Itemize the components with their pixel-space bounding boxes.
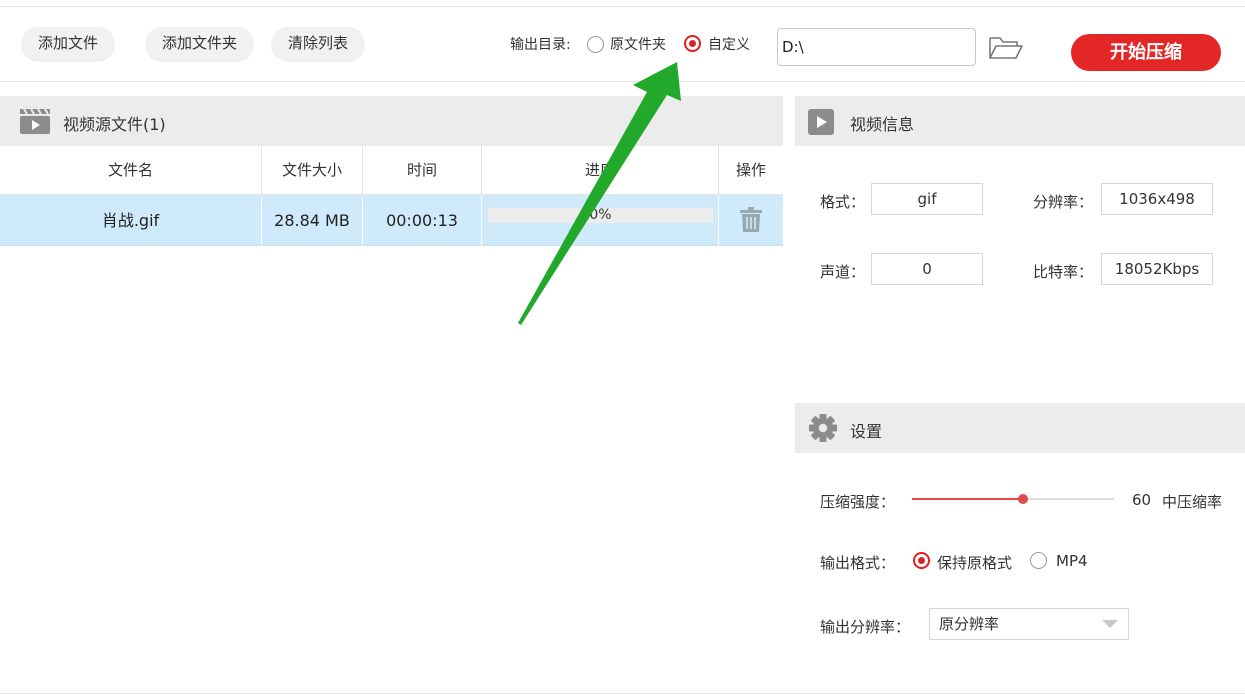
- compress-strength-label: 压缩强度：: [820, 493, 896, 511]
- format-value: gif: [871, 183, 983, 215]
- open-folder-icon[interactable]: [988, 35, 1024, 61]
- start-compress-button[interactable]: 开始压缩: [1071, 34, 1221, 71]
- chevron-down-icon: [1102, 620, 1118, 628]
- radio-custom-folder[interactable]: [684, 35, 701, 52]
- option-keep-format-label[interactable]: 保持原格式: [937, 552, 1012, 573]
- source-files-title: 视频源文件(1): [63, 115, 166, 134]
- col-progress: 进度: [482, 145, 719, 195]
- channel-value: 0: [871, 253, 983, 285]
- file-duration: 00:00:13: [363, 195, 482, 246]
- compress-strength-value: 60: [1132, 491, 1152, 509]
- file-name: 肖战.gif: [0, 195, 262, 246]
- output-dir-label: 输出目录:: [510, 37, 571, 53]
- output-resolution-selected: 原分辨率: [939, 615, 1000, 633]
- delete-trash-icon[interactable]: [739, 207, 763, 233]
- file-table-header: 文件名 文件大小 时间 进度 操作: [0, 145, 783, 195]
- settings-header: 设置: [795, 403, 1245, 453]
- option-original-folder-label[interactable]: 原文件夹: [610, 34, 666, 54]
- radio-original-folder[interactable]: [587, 36, 604, 53]
- col-action: 操作: [735, 161, 766, 179]
- col-filename: 文件名: [0, 145, 262, 195]
- gear-icon: [809, 414, 837, 442]
- output-resolution-label: 输出分辨率：: [820, 618, 911, 636]
- col-filesize: 文件大小: [262, 145, 363, 195]
- add-folder-button[interactable]: 添加文件夹: [146, 27, 254, 60]
- compress-strength-slider[interactable]: [912, 494, 1114, 504]
- bitrate-value: 18052Kbps: [1101, 253, 1213, 285]
- video-clapper-icon: [20, 108, 50, 134]
- output-resolution-select[interactable]: 原分辨率: [929, 608, 1129, 640]
- source-files-header: 视频源文件(1): [0, 96, 783, 146]
- slider-thumb[interactable]: [1018, 494, 1029, 504]
- format-label: 格式：: [820, 193, 866, 211]
- settings-title: 设置: [850, 422, 883, 441]
- channel-label: 声道：: [820, 263, 866, 281]
- radio-mp4[interactable]: [1030, 552, 1047, 569]
- add-file-button[interactable]: 添加文件: [22, 27, 115, 60]
- clear-list-button[interactable]: 清除列表: [272, 27, 365, 60]
- video-info-title: 视频信息: [850, 115, 915, 134]
- file-size: 28.84 MB: [262, 195, 363, 246]
- bitrate-label: 比特率：: [1033, 263, 1094, 281]
- col-time: 时间: [363, 145, 482, 195]
- table-row[interactable]: 肖战.gif 28.84 MB 00:00:13 0%: [0, 195, 783, 246]
- option-mp4-label[interactable]: MP4: [1056, 552, 1088, 570]
- toolbar: 添加文件 添加文件夹 清除列表 输出目录: 原文件夹 自定义 开始压缩: [0, 7, 1245, 82]
- video-play-icon: [808, 109, 834, 135]
- radio-keep-format[interactable]: [913, 552, 930, 569]
- output-path-input[interactable]: [777, 28, 976, 66]
- video-info-header: 视频信息: [795, 96, 1245, 146]
- progress-text: 0%: [589, 207, 612, 223]
- resolution-label: 分辨率：: [1033, 193, 1094, 211]
- bottom-divider: [0, 693, 1245, 694]
- slider-fill: [912, 498, 1024, 500]
- option-custom-folder-label[interactable]: 自定义: [708, 34, 750, 54]
- output-format-label: 输出格式：: [820, 554, 896, 572]
- compress-strength-text: 中压缩率: [1162, 493, 1223, 511]
- resolution-value: 1036x498: [1101, 183, 1213, 215]
